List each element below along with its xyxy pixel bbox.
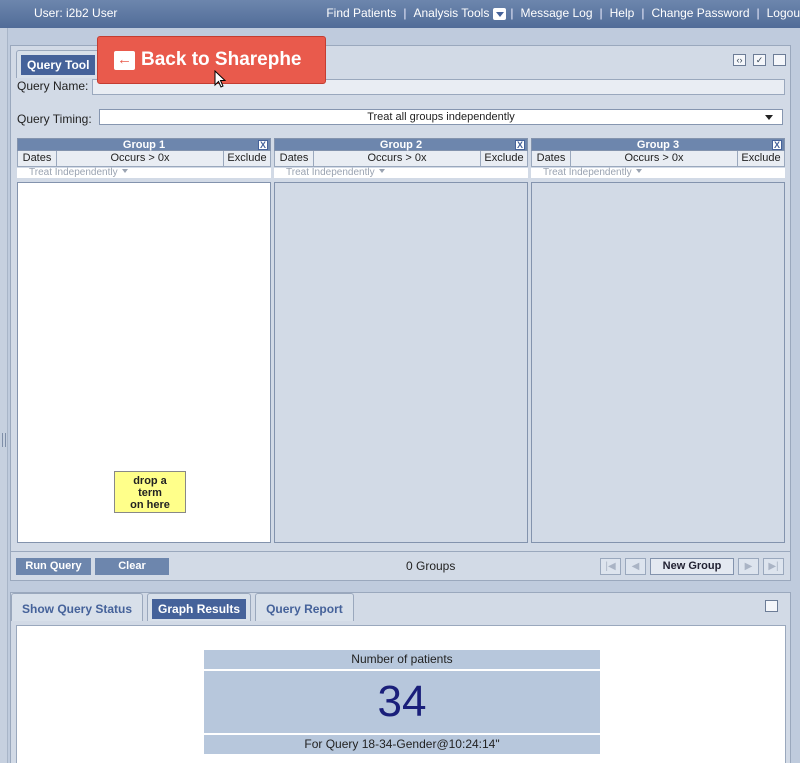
- occurs-button[interactable]: Occurs > 0x: [314, 151, 481, 166]
- group-title: Group 1: [122, 139, 166, 151]
- first-page-icon[interactable]: |◀: [600, 558, 621, 575]
- tab-label: Query Report: [266, 602, 343, 616]
- close-icon[interactable]: X: [772, 140, 782, 150]
- results-tabs: Show Query Status Graph Results Query Re…: [11, 593, 354, 621]
- query-toolbar: Run Query Clear 0 Groups |◀ ◀ New Group …: [11, 551, 790, 580]
- change-password-link[interactable]: Change Password: [651, 6, 749, 20]
- nav-separator: |: [403, 6, 407, 20]
- patient-count-value: 34: [204, 671, 600, 733]
- left-panel-strip: [0, 28, 8, 763]
- help-link[interactable]: Help: [610, 6, 635, 20]
- last-page-icon[interactable]: ▶|: [763, 558, 784, 575]
- exclude-button[interactable]: Exclude: [224, 151, 270, 166]
- occurs-button[interactable]: Occurs > 0x: [571, 151, 738, 166]
- treat-label: Treat Independently: [286, 167, 375, 178]
- tab-query-tool-label: Query Tool: [21, 55, 96, 75]
- drop-hint-line: term: [138, 487, 162, 499]
- print-icon[interactable]: [765, 600, 778, 612]
- query-name-label: Query Name:: [17, 79, 89, 93]
- group-pager: |◀ ◀ New Group ▶ ▶|: [600, 558, 784, 575]
- group-panel-2: Group 2 X Dates Occurs > 0x Exclude Trea…: [274, 138, 528, 543]
- patient-count-card: Number of patients 34 For Query 18-34-Ge…: [204, 650, 600, 754]
- run-query-button[interactable]: Run Query: [16, 558, 91, 575]
- query-timing-label: Query Timing:: [17, 112, 92, 126]
- patient-count-query: For Query 18-34-Gender@10:24:14": [204, 735, 600, 754]
- logout-link[interactable]: Logou: [767, 6, 800, 20]
- dates-button[interactable]: Dates: [275, 151, 314, 166]
- resize-grip-icon[interactable]: [2, 433, 6, 447]
- drop-hint-line: on here: [130, 499, 170, 511]
- message-log-link[interactable]: Message Log: [520, 6, 592, 20]
- prev-page-icon[interactable]: ◀: [625, 558, 646, 575]
- drop-term-hint: drop a term on here: [114, 471, 186, 513]
- dates-button[interactable]: Dates: [532, 151, 571, 166]
- results-panel: Show Query Status Graph Results Query Re…: [10, 592, 791, 763]
- chevron-down-icon: [635, 169, 642, 173]
- group-header: Group 2 X: [274, 138, 528, 151]
- next-page-icon[interactable]: ▶: [738, 558, 759, 575]
- query-timing-select[interactable]: Treat all groups independently: [99, 109, 783, 125]
- nav-separator: |: [599, 6, 603, 20]
- top-nav: Find Patients | Analysis Tools | Message…: [326, 6, 800, 20]
- tab-label: Graph Results: [152, 599, 247, 619]
- nav-separator: |: [756, 6, 760, 20]
- treat-label: Treat Independently: [543, 167, 632, 178]
- patient-count-caption: Number of patients: [204, 650, 600, 669]
- chevron-down-icon: [121, 169, 128, 173]
- group-drop-area[interactable]: drop a term on here: [17, 182, 271, 543]
- drop-hint-line: drop a: [133, 475, 167, 487]
- mouse-cursor-icon: [214, 70, 226, 88]
- occurs-button[interactable]: Occurs > 0x: [57, 151, 224, 166]
- exclude-button[interactable]: Exclude: [481, 151, 527, 166]
- dates-button[interactable]: Dates: [18, 151, 57, 166]
- graph-results-body: Number of patients 34 For Query 18-34-Ge…: [16, 625, 786, 763]
- code-icon[interactable]: ‹›: [733, 54, 746, 66]
- group-header: Group 1 X: [17, 138, 271, 151]
- top-bar: User: i2b2 User Find Patients | Analysis…: [0, 0, 800, 28]
- tab-show-query-status[interactable]: Show Query Status: [11, 593, 144, 621]
- close-icon[interactable]: X: [258, 140, 268, 150]
- group-options-bar: Dates Occurs > 0x Exclude: [531, 151, 785, 167]
- user-label: User: i2b2 User: [34, 6, 118, 20]
- back-button-label: Back to Sharephe: [141, 49, 302, 70]
- group-drop-area[interactable]: [531, 182, 785, 543]
- arrow-left-icon: ←: [114, 50, 135, 70]
- treat-select[interactable]: Treat Independently: [531, 168, 785, 178]
- find-patients-link[interactable]: Find Patients: [326, 6, 396, 20]
- tab-label: Show Query Status: [22, 602, 133, 616]
- chevron-down-icon[interactable]: [493, 8, 507, 20]
- groups-count: 0 Groups: [406, 559, 456, 573]
- back-to-sharephe-button[interactable]: ← Back to Sharephe: [97, 36, 326, 84]
- group-panel-3: Group 3 X Dates Occurs > 0x Exclude Trea…: [531, 138, 785, 543]
- group-header: Group 3 X: [531, 138, 785, 151]
- treat-label: Treat Independently: [29, 167, 118, 178]
- group-title: Group 2: [379, 139, 423, 151]
- close-icon[interactable]: X: [515, 140, 525, 150]
- exclude-button[interactable]: Exclude: [738, 151, 784, 166]
- checkmark-icon[interactable]: ✓: [753, 54, 766, 66]
- analysis-tools-link[interactable]: Analysis Tools: [414, 6, 490, 20]
- group-options-bar: Dates Occurs > 0x Exclude: [274, 151, 528, 167]
- tab-query-report[interactable]: Query Report: [255, 593, 354, 621]
- print-icon[interactable]: [773, 54, 786, 66]
- group-panel-1: Group 1 X Dates Occurs > 0x Exclude Trea…: [17, 138, 271, 543]
- treat-select[interactable]: Treat Independently: [17, 168, 271, 178]
- new-group-button[interactable]: New Group: [650, 558, 734, 575]
- group-options-bar: Dates Occurs > 0x Exclude: [17, 151, 271, 167]
- chevron-down-icon: [378, 169, 385, 173]
- group-title: Group 3: [636, 139, 680, 151]
- nav-separator: |: [510, 6, 514, 20]
- query-tool-panel: Query Tool ‹› ✓ Query Name: Query Timing…: [10, 45, 791, 581]
- tab-query-tool[interactable]: Query Tool: [16, 50, 101, 78]
- clear-button[interactable]: Clear: [95, 558, 169, 575]
- group-drop-area[interactable]: [274, 182, 528, 543]
- treat-select[interactable]: Treat Independently: [274, 168, 528, 178]
- nav-separator: |: [641, 6, 645, 20]
- tab-graph-results[interactable]: Graph Results: [147, 593, 252, 621]
